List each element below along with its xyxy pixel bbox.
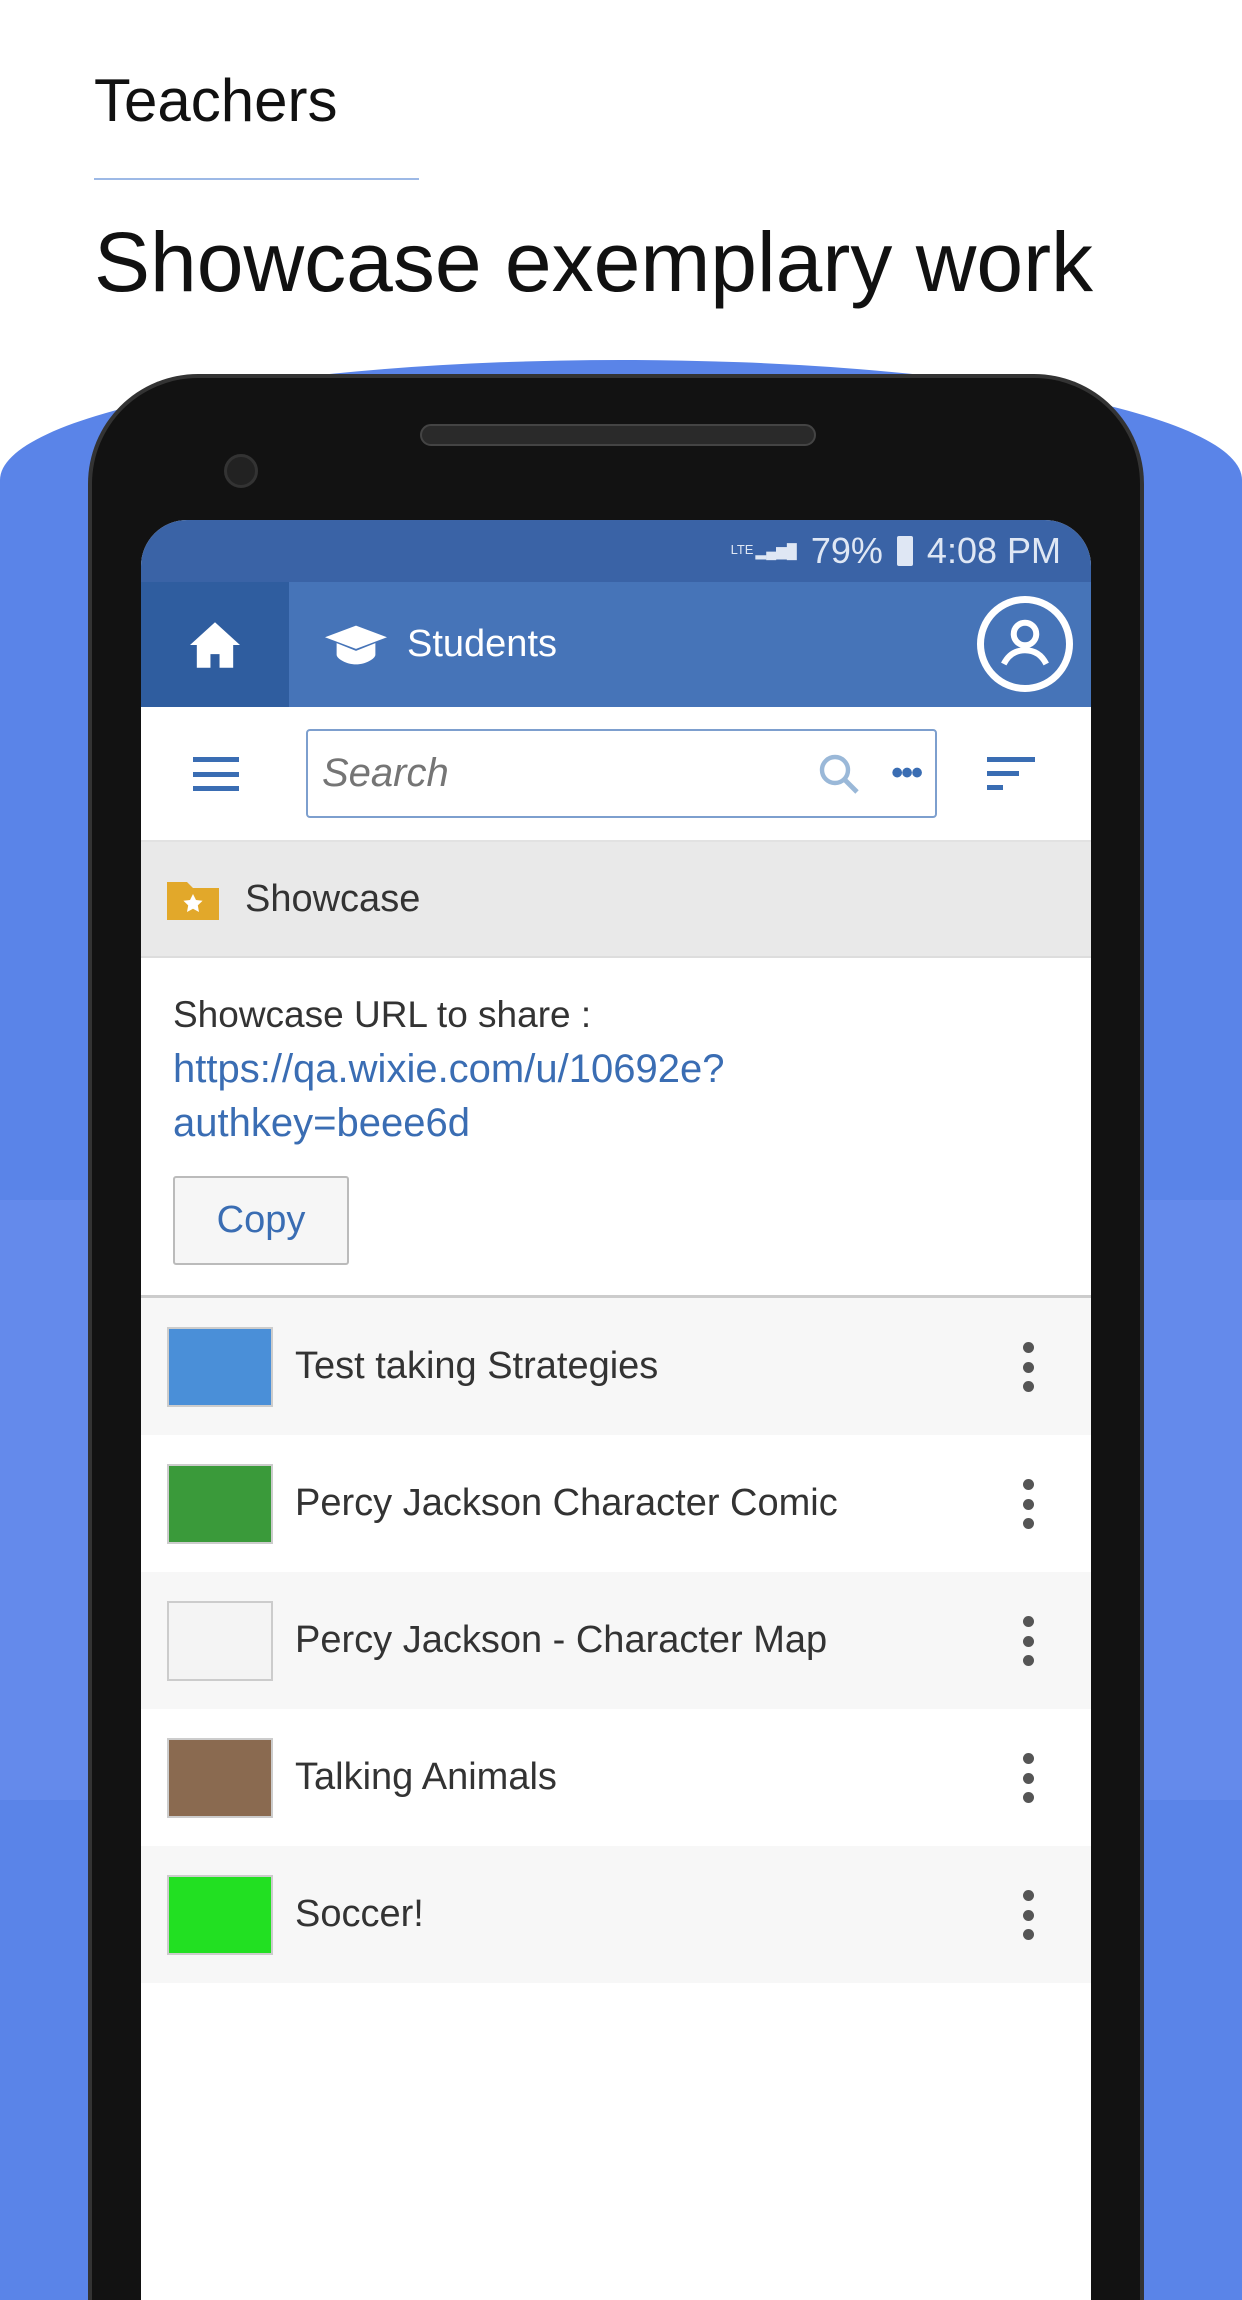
project-thumbnail	[167, 1600, 273, 1681]
kebab-menu-icon[interactable]	[1021, 1890, 1035, 1940]
kebab-menu-icon[interactable]	[1021, 1753, 1035, 1803]
home-button[interactable]	[141, 582, 289, 707]
project-thumbnail	[167, 1737, 273, 1818]
folder-name: Showcase	[245, 877, 421, 920]
list-item[interactable]: Talking Animals	[141, 1709, 1091, 1846]
clock: 4:08 PM	[926, 530, 1061, 571]
search-box: •••	[306, 729, 937, 818]
phone-camera	[224, 454, 258, 488]
project-thumbnail	[167, 1874, 273, 1955]
menu-button[interactable]	[193, 757, 239, 791]
status-bar: LTE ▂▄▆█ 79% 4:08 PM	[141, 520, 1091, 582]
graduation-cap-icon	[325, 625, 387, 664]
search-icon[interactable]	[815, 750, 863, 798]
project-title: Talking Animals	[295, 1756, 557, 1798]
phone-speaker	[420, 424, 816, 446]
project-title: Test taking Strategies	[295, 1345, 659, 1387]
folder-header: Showcase	[141, 842, 1091, 958]
kebab-menu-icon[interactable]	[1021, 1479, 1035, 1529]
battery-icon	[896, 536, 913, 566]
kebab-menu-icon[interactable]	[1021, 1342, 1035, 1392]
network-type: LTE	[730, 541, 754, 557]
project-title: Percy Jackson Character Comic	[295, 1482, 838, 1524]
sort-button[interactable]	[987, 757, 1035, 791]
battery-level: 79%	[810, 530, 883, 571]
list-item[interactable]: Percy Jackson - Character Map	[141, 1572, 1091, 1709]
star-folder-icon	[167, 882, 219, 920]
list-item[interactable]: Soccer!	[141, 1846, 1091, 1983]
project-thumbnail	[167, 1326, 273, 1407]
more-options-icon[interactable]: •••	[891, 754, 923, 793]
project-title: Soccer!	[295, 1893, 424, 1935]
promo-headline: Showcase exemplary work	[94, 215, 1094, 309]
account-button[interactable]	[977, 596, 1073, 692]
user-icon	[1001, 619, 1049, 666]
share-section: Showcase URL to share : https://qa.wixie…	[141, 958, 1091, 1298]
kebab-menu-icon[interactable]	[1021, 1616, 1035, 1666]
share-label: Showcase URL to share :	[173, 994, 592, 1035]
app-header: Students	[141, 582, 1091, 707]
header-title: Students	[407, 623, 557, 665]
search-input[interactable]	[322, 751, 816, 796]
divider	[94, 178, 419, 180]
breadcrumb-students[interactable]: Students	[325, 623, 557, 666]
promo-kicker: Teachers	[94, 67, 338, 134]
project-list: Test taking Strategies Percy Jackson Cha…	[141, 1298, 1091, 1983]
project-title: Percy Jackson - Character Map	[295, 1619, 828, 1661]
toolbar: •••	[141, 707, 1091, 842]
signal-icon: ▂▄▆█	[755, 542, 797, 559]
copy-button[interactable]: Copy	[173, 1176, 349, 1265]
home-icon	[190, 621, 240, 668]
list-item[interactable]: Percy Jackson Character Comic	[141, 1435, 1091, 1572]
project-thumbnail	[167, 1463, 273, 1544]
list-item[interactable]: Test taking Strategies	[141, 1298, 1091, 1435]
app-screen: LTE ▂▄▆█ 79% 4:08 PM Students ••• Showca…	[141, 520, 1091, 2300]
network-indicator: LTE ▂▄▆█	[730, 541, 797, 560]
share-url-link[interactable]: https://qa.wixie.com/u/10692e? authkey=be…	[173, 1042, 1091, 1150]
